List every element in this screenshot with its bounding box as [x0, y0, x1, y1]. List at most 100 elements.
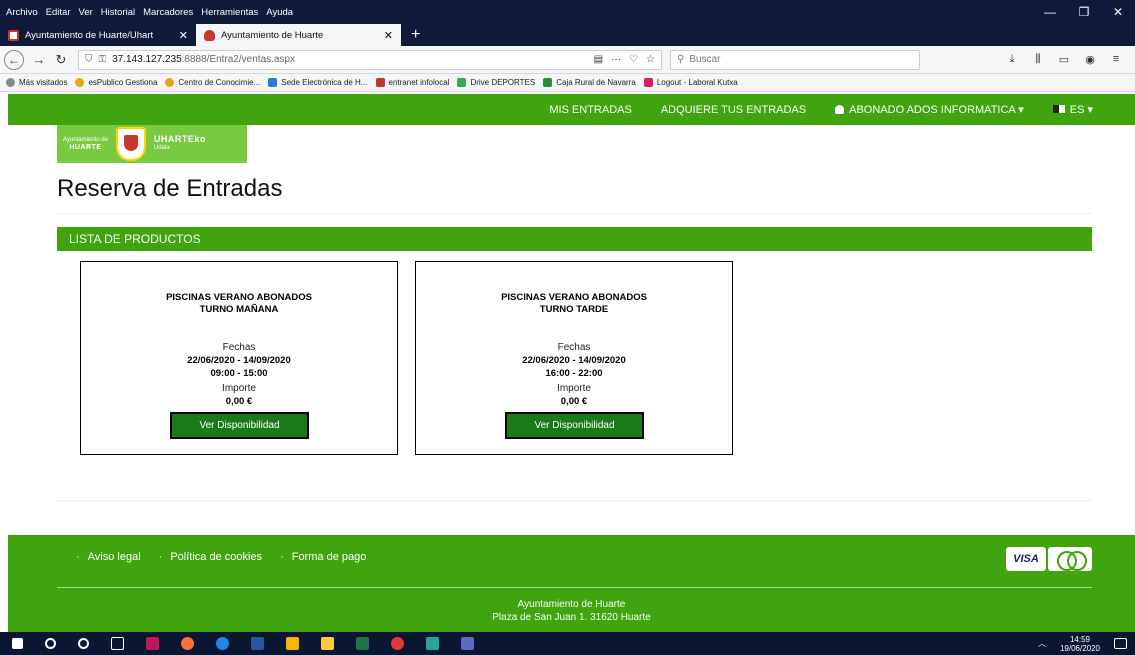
hamburger-menu-icon[interactable]: ≡ — [1103, 53, 1129, 66]
bookmark-item[interactable]: Caja Rural de Navarra — [543, 78, 636, 87]
bookmark-label: esPublico Gestiona — [88, 78, 158, 87]
hour-range: 09:00 - 15:00 — [210, 368, 268, 379]
mastercard-icon — [1048, 547, 1092, 571]
building-icon — [268, 78, 278, 87]
window-controls: — ❐ ✕ — [1033, 0, 1135, 24]
new-tab-button[interactable]: + — [401, 24, 430, 46]
bookmark-label: Drive DEPORTES — [470, 78, 536, 87]
price: 0,00 € — [560, 396, 588, 407]
app-icon[interactable] — [391, 637, 404, 650]
word-icon[interactable] — [251, 637, 264, 650]
nav-adquiere-entradas[interactable]: ADQUIERE TUS ENTRADAS — [661, 104, 806, 116]
product-title-line: PISCINAS VERANO ABONADOS — [501, 292, 647, 303]
restore-icon[interactable]: ❐ — [1067, 0, 1101, 24]
clock[interactable]: 14:59 19/06/2020 — [1060, 635, 1100, 653]
app-icon[interactable] — [461, 637, 474, 650]
ver-disponibilidad-button[interactable]: Ver Disponibilidad — [170, 412, 309, 439]
menu-archivo[interactable]: Archivo — [6, 7, 38, 18]
chevron-up-icon[interactable]: ︿ — [1038, 638, 1046, 649]
menu-historial[interactable]: Historial — [101, 7, 135, 18]
library-icon[interactable]: ⫼ — [1025, 53, 1051, 66]
product-list-heading: LISTA DE PRODUCTOS — [57, 227, 1092, 251]
bookmark-label: entranet infolocal — [388, 78, 450, 87]
aviso-legal-link[interactable]: Aviso legal — [76, 551, 141, 563]
nav-user-menu[interactable]: ABONADO ADOS INFORMATICA ▾ — [835, 103, 1024, 116]
url-bar[interactable]: ⛉ ⚿ 37.143.127.235 :8888/Entra2/ventas.a… — [78, 49, 662, 70]
bookmark-item[interactable]: Centro de Conocimie... — [165, 78, 260, 87]
product-title: PISCINAS VERANO ABONADOS TURNO TARDE — [416, 292, 732, 316]
firefox-icon[interactable] — [181, 637, 194, 650]
importe-label: Importe — [222, 383, 256, 394]
bookmark-item[interactable]: entranet infolocal — [375, 78, 450, 87]
menu-editar[interactable]: Editar — [46, 7, 71, 18]
product-card: PISCINAS VERANO ABONADOS TURNO MAÑANA Fe… — [80, 261, 398, 455]
sidebar-icon[interactable]: ▭ — [1051, 53, 1077, 66]
forma-pago-link[interactable]: Forma de pago — [280, 551, 367, 563]
menu-ayuda[interactable]: Ayuda — [266, 7, 293, 18]
bookmark-item[interactable]: Más visitados — [6, 78, 67, 87]
language-label: ES ▾ — [1069, 104, 1093, 116]
windows-start-icon[interactable] — [12, 638, 23, 649]
app-icon[interactable] — [426, 637, 439, 650]
user-label: ABONADO ADOS INFORMATICA ▾ — [849, 104, 1024, 116]
site-logo[interactable]: Ayuntamiento de HUARTE UHARTEko Udala — [57, 125, 247, 163]
excel-icon[interactable] — [356, 637, 369, 650]
nav-mis-entradas[interactable]: MIS ENTRADAS — [549, 104, 632, 116]
bookmark-item[interactable]: Logout - Laboral Kutxa — [643, 78, 738, 87]
app-icon[interactable] — [146, 637, 159, 650]
bookmark-item[interactable]: esPublico Gestiona — [75, 78, 157, 87]
logo-line: UHARTEko — [153, 134, 206, 144]
caja-rural-icon — [543, 78, 553, 87]
account-icon[interactable]: ◉ — [1077, 53, 1103, 66]
task-view-icon[interactable] — [111, 637, 124, 650]
nav-toolbar: ← → ↻ ⛉ ⚿ 37.143.127.235 :8888/Entra2/ve… — [0, 46, 1135, 74]
download-icon[interactable]: ⤓ — [999, 53, 1025, 66]
bookmark-star-icon[interactable]: ☆ — [646, 54, 655, 65]
product-title-line: PISCINAS VERANO ABONADOS — [166, 292, 312, 303]
product-title-line: TURNO MAÑANA — [199, 304, 279, 315]
bookmark-item[interactable]: Drive DEPORTES — [457, 78, 535, 87]
search-icon[interactable] — [45, 638, 56, 649]
close-tab-icon[interactable]: ✕ — [384, 29, 393, 42]
reload-icon[interactable]: ↻ — [50, 52, 72, 68]
minimize-icon[interactable]: — — [1033, 0, 1067, 24]
close-tab-icon[interactable]: ✕ — [179, 29, 188, 42]
menu-marcadores[interactable]: Marcadores — [143, 7, 193, 18]
tab-label: Ayuntamiento de Huarte/Uhart — [25, 29, 154, 41]
menu-herramientas[interactable]: Herramientas — [201, 7, 258, 18]
permissions-icon[interactable]: ⚿ — [99, 54, 107, 65]
page-actions-icon[interactable]: ··· — [611, 54, 621, 65]
importe-label: Importe — [557, 383, 591, 394]
app-icon[interactable] — [286, 637, 299, 650]
pocket-icon[interactable]: ♡ — [629, 54, 638, 65]
shield-icon[interactable]: ⛉ — [85, 54, 93, 65]
bookmarks-bar: Más visitados esPublico Gestiona Centro … — [0, 74, 1135, 92]
tab-huarte-uhart[interactable]: Ayuntamiento de Huarte/Uhart ✕ — [0, 24, 196, 46]
bookmark-label: Centro de Conocimie... — [178, 78, 261, 87]
ie-icon[interactable] — [216, 637, 229, 650]
search-icon: ⚲ — [677, 54, 685, 65]
date-range: 22/06/2020 - 14/09/2020 — [522, 355, 626, 366]
page-title: Reserva de Entradas — [57, 175, 283, 202]
notifications-icon[interactable] — [1114, 638, 1127, 649]
nav-language-menu[interactable]: ES ▾ — [1052, 103, 1093, 116]
ver-disponibilidad-button[interactable]: Ver Disponibilidad — [505, 412, 644, 439]
footer-address: Ayuntamiento de Huarte Plaza de San Juan… — [8, 598, 1135, 624]
fechas-label: Fechas — [222, 342, 256, 353]
logo-text-left: Ayuntamiento de HUARTE — [63, 137, 108, 152]
bookmark-item[interactable]: Sede Electrónica de H... — [268, 78, 368, 87]
file-explorer-icon[interactable] — [321, 637, 334, 650]
close-window-icon[interactable]: ✕ — [1101, 0, 1135, 24]
clock-date: 19/06/2020 — [1059, 643, 1100, 653]
politica-cookies-link[interactable]: Política de cookies — [159, 551, 262, 563]
drive-icon — [457, 78, 467, 87]
tab-huarte-active[interactable]: Ayuntamiento de Huarte ✕ — [196, 24, 401, 46]
reader-view-icon[interactable]: ▤ — [594, 54, 603, 65]
hour-range: 16:00 - 22:00 — [545, 368, 603, 379]
menu-ver[interactable]: Ver — [79, 7, 93, 18]
search-input[interactable]: ⚲ Buscar — [670, 49, 920, 70]
clock-time: 14:59 — [1069, 634, 1090, 644]
cortana-icon[interactable] — [78, 638, 89, 649]
forward-icon[interactable]: → — [28, 52, 50, 67]
back-icon[interactable]: ← — [4, 49, 24, 70]
